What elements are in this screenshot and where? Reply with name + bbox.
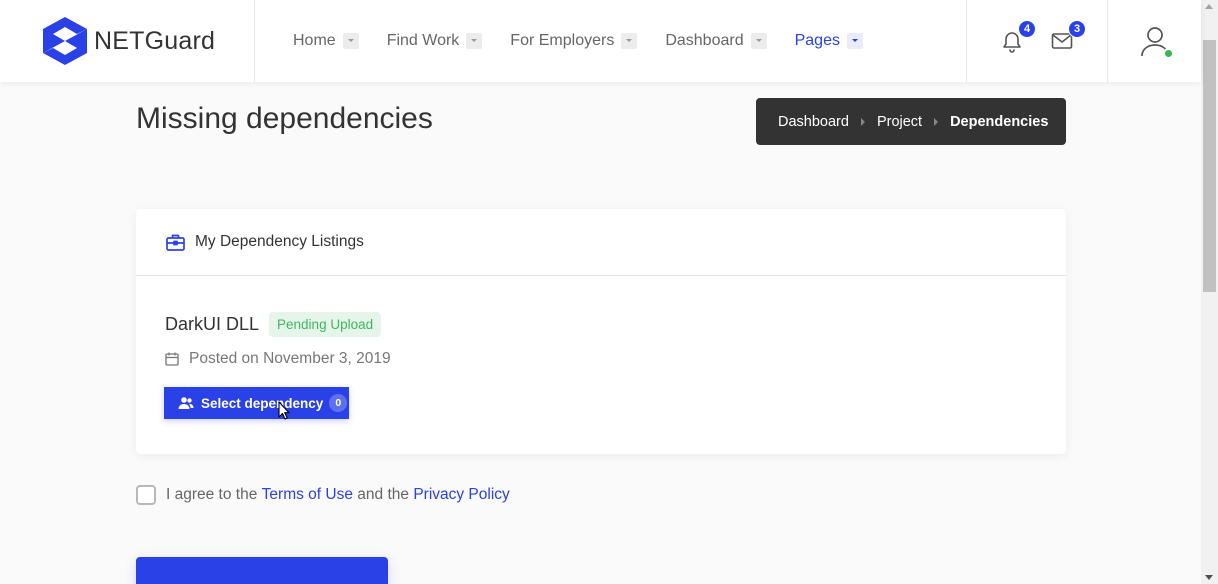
upload-dependency-button[interactable]: Upload dependency file(s) xyxy=(136,557,388,584)
brand-name: NETGuard xyxy=(94,26,216,55)
terms-of-use-link[interactable]: Terms of Use xyxy=(262,486,353,504)
user-menu xyxy=(1108,0,1201,82)
agree-checkbox[interactable] xyxy=(136,485,156,505)
nav-item-label: Home xyxy=(293,32,336,49)
briefcase-icon xyxy=(166,234,185,251)
calendar-icon xyxy=(165,352,179,366)
users-icon xyxy=(178,397,194,409)
listing-item: DarkUI DLL Pending Upload Posted on Nove… xyxy=(136,276,1066,419)
nav-item-for-employers[interactable]: For Employers xyxy=(510,32,638,50)
breadcrumb-dependencies: Dependencies xyxy=(950,113,1049,130)
nav-item-pages[interactable]: Pages xyxy=(795,32,863,50)
nav-item-home[interactable]: Home xyxy=(293,32,359,50)
chevron-down-icon xyxy=(466,33,483,49)
chevron-down-icon xyxy=(621,33,638,49)
main-nav: Home Find Work For Employers Dashboard P… xyxy=(255,0,966,82)
breadcrumb-separator-icon xyxy=(860,117,865,126)
chevron-down-icon xyxy=(342,33,359,49)
posted-date-text: Posted on November 3, 2019 xyxy=(189,350,391,367)
nav-item-find-work[interactable]: Find Work xyxy=(387,32,483,50)
online-status-dot xyxy=(1162,48,1174,59)
listing-title-row: DarkUI DLL Pending Upload xyxy=(165,312,1066,337)
page-title: Missing dependencies xyxy=(136,102,433,135)
top-header: NETGuard Home Find Work For Employers Da… xyxy=(0,0,1201,82)
nav-item-label: Pages xyxy=(794,32,840,49)
user-avatar-button[interactable] xyxy=(1140,25,1174,59)
breadcrumb-project[interactable]: Project xyxy=(877,114,922,130)
nav-item-label: Find Work xyxy=(386,32,460,49)
listing-title[interactable]: DarkUI DLL xyxy=(165,314,259,335)
nav-item-label: Dashboard xyxy=(665,32,744,49)
notification-count-badge: 4 xyxy=(1018,20,1036,38)
dependency-count-badge: 0 xyxy=(329,394,348,412)
scroll-down-arrow-icon[interactable] xyxy=(1205,575,1213,580)
card-header: My Dependency Listings xyxy=(136,209,1066,276)
select-dependency-button[interactable]: Select dependency 0 xyxy=(164,387,349,419)
breadcrumb-dashboard[interactable]: Dashboard xyxy=(778,114,849,130)
scroll-thumb[interactable] xyxy=(1203,40,1216,292)
messages-button[interactable]: 3 xyxy=(1050,20,1086,53)
notifications-button[interactable]: 4 xyxy=(1000,20,1036,53)
breadcrumb: Dashboard Project Dependencies xyxy=(756,98,1066,145)
nav-item-dashboard[interactable]: Dashboard xyxy=(665,32,767,50)
select-dependency-label: Select dependency xyxy=(201,395,324,411)
chevron-down-icon xyxy=(750,33,767,49)
page-scrollbar[interactable] xyxy=(1201,0,1218,584)
terms-agreement: I agree to the Terms of Use and the Priv… xyxy=(136,485,510,505)
chevron-down-icon xyxy=(846,33,863,49)
nav-item-label: For Employers xyxy=(510,32,615,49)
dependency-listings-card: My Dependency Listings DarkUI DLL Pendin… xyxy=(136,209,1066,454)
logo[interactable]: NETGuard xyxy=(0,0,255,82)
agree-middle: and the xyxy=(357,486,409,503)
breadcrumb-separator-icon xyxy=(934,117,939,126)
logo-icon xyxy=(43,17,87,65)
agree-prefix: I agree to the xyxy=(166,486,258,503)
mouse-cursor-icon xyxy=(278,401,290,420)
header-icons: 4 3 xyxy=(966,0,1108,82)
message-count-badge: 3 xyxy=(1068,20,1086,38)
card-header-title: My Dependency Listings xyxy=(195,233,364,250)
scroll-up-arrow-icon[interactable] xyxy=(1205,4,1213,9)
posted-date: Posted on November 3, 2019 xyxy=(165,350,1066,368)
privacy-policy-link[interactable]: Privacy Policy xyxy=(413,486,509,504)
status-badge: Pending Upload xyxy=(269,312,382,337)
